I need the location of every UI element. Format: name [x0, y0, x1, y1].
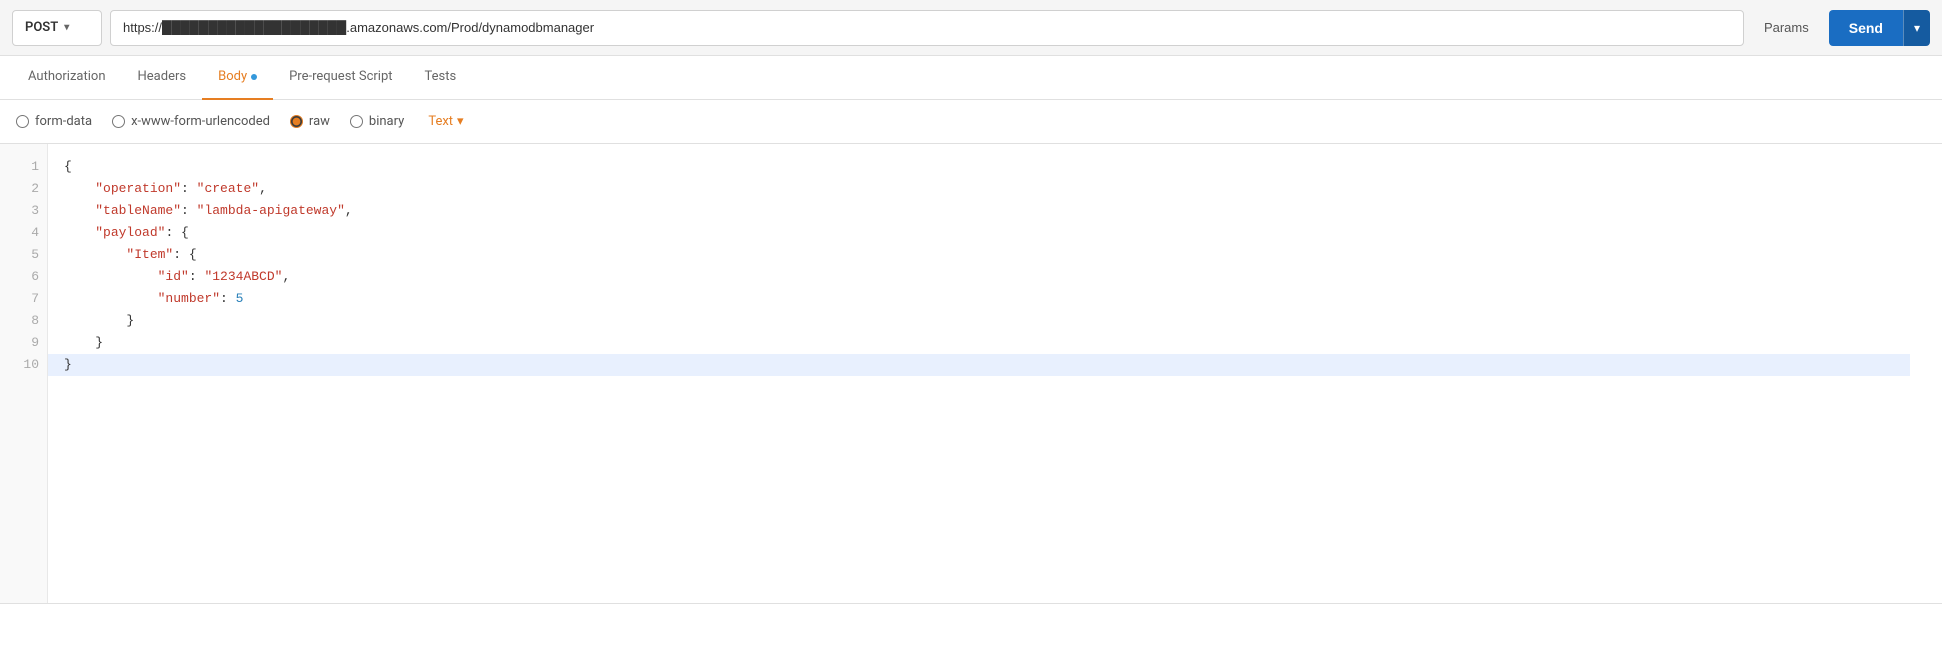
line-num-9: 9 [8, 332, 39, 354]
urlencoded-radio[interactable] [112, 115, 125, 128]
url-bar: POST ▾ Params Send ▾ [0, 0, 1942, 56]
method-label: POST [25, 20, 58, 35]
line-num-7: 7 [8, 288, 39, 310]
method-chevron-icon: ▾ [64, 22, 69, 33]
line-num-10: 10 [8, 354, 39, 376]
line-num-3: 3 [8, 200, 39, 222]
tabs-bar: Authorization Headers Body Pre-request S… [0, 56, 1942, 100]
raw-format-chevron-icon: ▾ [457, 114, 464, 129]
form-data-option[interactable]: form-data [16, 114, 92, 129]
binary-radio[interactable] [350, 115, 363, 128]
line-num-8: 8 [8, 310, 39, 332]
method-selector[interactable]: POST ▾ [12, 10, 102, 46]
form-data-radio[interactable] [16, 115, 29, 128]
raw-format-selector[interactable]: Text ▾ [428, 114, 463, 129]
send-button[interactable]: Send [1829, 10, 1903, 46]
url-input[interactable] [110, 10, 1744, 46]
x-www-form-urlencoded-option[interactable]: x-www-form-urlencoded [112, 114, 270, 129]
send-button-group: Send ▾ [1829, 10, 1930, 46]
tab-pre-request-script[interactable]: Pre-request Script [273, 56, 408, 100]
params-button[interactable]: Params [1752, 14, 1821, 41]
raw-option[interactable]: raw [290, 114, 330, 129]
line-num-5: 5 [8, 244, 39, 266]
binary-option[interactable]: binary [350, 114, 404, 129]
tab-authorization[interactable]: Authorization [12, 56, 122, 100]
line-num-4: 4 [8, 222, 39, 244]
tab-tests[interactable]: Tests [409, 56, 473, 100]
tab-body[interactable]: Body [202, 56, 273, 100]
tab-headers[interactable]: Headers [122, 56, 203, 100]
raw-radio[interactable] [290, 115, 303, 128]
send-dropdown-button[interactable]: ▾ [1903, 10, 1930, 46]
code-body[interactable]: { "operation": "create", "tableName": "l… [48, 144, 1942, 603]
line-numbers: 1 2 3 4 5 6 7 8 9 10 [0, 144, 48, 603]
line-num-1: 1 [8, 156, 39, 178]
code-editor: 1 2 3 4 5 6 7 8 9 10 { "operation": "cre… [0, 144, 1942, 604]
body-tab-dot [251, 74, 257, 80]
body-type-bar: form-data x-www-form-urlencoded raw bina… [0, 100, 1942, 144]
line-num-6: 6 [8, 266, 39, 288]
line-num-2: 2 [8, 178, 39, 200]
